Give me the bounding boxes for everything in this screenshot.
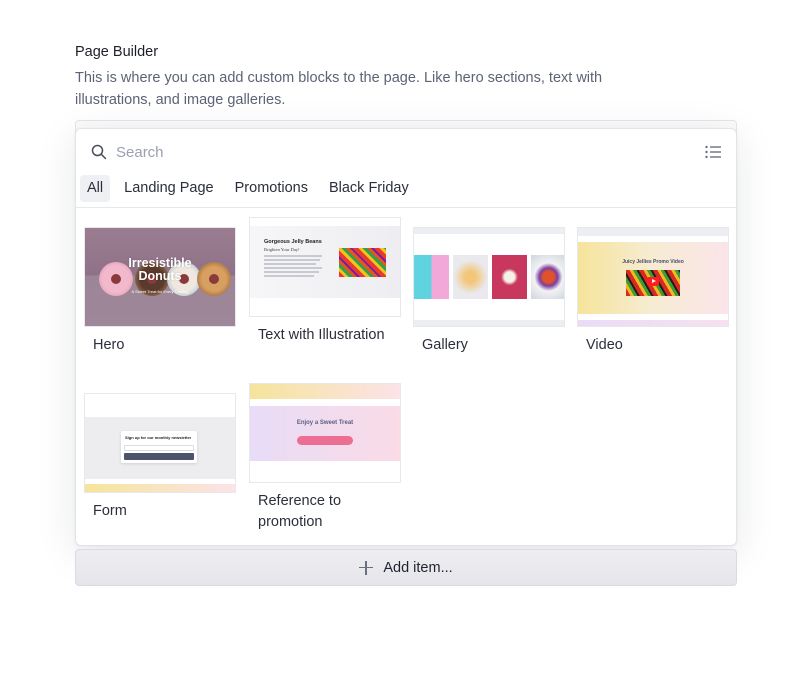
promotion-preview: Enjoy a Sweet Treat: [249, 383, 401, 483]
gallery-image-4: [531, 255, 564, 299]
block-label: Gallery: [422, 337, 468, 353]
hero-preview-title: Irresistible: [128, 256, 192, 270]
hero-preview: Irresistible Donuts A Sweet Treat for Eve…: [84, 227, 236, 327]
jelly-beans-image: [339, 248, 386, 277]
list-view-icon[interactable]: [705, 145, 721, 159]
search-input[interactable]: [116, 141, 676, 163]
block-label: Text with Illustration: [258, 327, 385, 343]
add-item-label: Add item...: [383, 559, 453, 576]
gallery-image-3: [492, 255, 527, 299]
block-label: Form: [93, 503, 127, 519]
search-icon: [91, 144, 107, 160]
tab-landing-page[interactable]: Landing Page: [117, 175, 221, 202]
block-label: Video: [586, 337, 623, 353]
block-label: Reference to promotion: [258, 493, 342, 530]
twi-preview-subheading: Brighten Your Day!: [264, 247, 300, 252]
filter-tabs: All Landing Page Promotions Black Friday: [80, 175, 423, 202]
play-icon: [647, 277, 659, 286]
video-preview: Juicy Jellies Promo Video: [577, 227, 729, 327]
gallery-image-2: [453, 255, 488, 299]
tab-promotions[interactable]: Promotions: [228, 175, 315, 202]
block-picker-popover: All Landing Page Promotions Black Friday…: [75, 128, 737, 546]
hero-preview-title-2: Donuts: [138, 269, 182, 283]
hero-preview-subtitle: A Sweet Treat for Every Craving: [131, 289, 189, 294]
search-row: [76, 129, 736, 175]
form-preview: Sign up for our monthly newsletter: [84, 393, 236, 493]
text-with-illustration-preview: Gorgeous Jelly Beans Brighten Your Day!: [249, 217, 401, 317]
field-description: This is where you can add custom blocks …: [75, 70, 603, 108]
tab-all[interactable]: All: [80, 175, 111, 202]
add-item-button[interactable]: Add item...: [75, 549, 737, 586]
gallery-preview: [413, 227, 565, 327]
plus-icon: [359, 560, 374, 575]
tabs-divider: [76, 207, 736, 208]
tab-black-friday[interactable]: Black Friday: [322, 175, 416, 202]
promotion-preview-title: Enjoy a Sweet Treat: [296, 420, 354, 426]
field-title: Page Builder: [75, 44, 159, 60]
twi-preview-heading: Gorgeous Jelly Beans: [264, 239, 322, 245]
gallery-image-1: [414, 255, 449, 299]
video-preview-title: Juicy Jellies Promo Video: [622, 259, 684, 265]
block-label: Hero: [93, 337, 125, 353]
form-preview-title: Sign up for our monthly newsletter: [125, 435, 192, 440]
